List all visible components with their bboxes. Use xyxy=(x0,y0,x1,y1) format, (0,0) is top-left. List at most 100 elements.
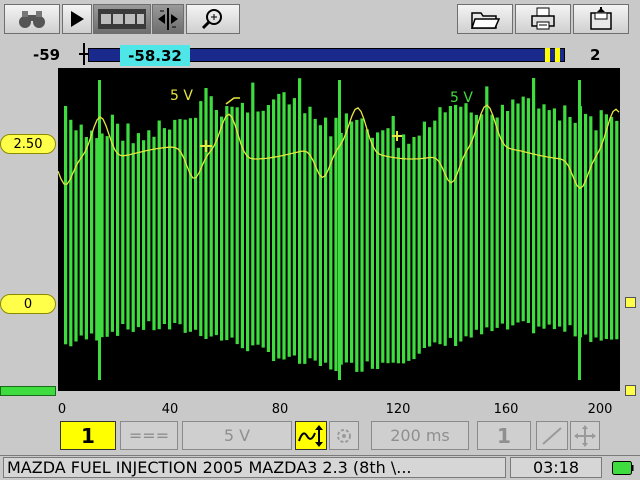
channel-1-pulse xyxy=(526,98,530,323)
film-strip-icon xyxy=(98,9,146,29)
channel-1-pulse xyxy=(402,134,406,364)
open-folder-icon xyxy=(470,12,500,29)
x-tick-80: 80 xyxy=(271,402,289,417)
channel-1-pulse xyxy=(490,114,494,332)
channel-1-pulse xyxy=(485,86,489,328)
channel-1-pulse xyxy=(589,116,593,342)
x-tick-0: 0 xyxy=(57,402,67,417)
channel-1-pulse xyxy=(438,107,442,345)
channel-1-pulse xyxy=(282,92,286,360)
coupling-button[interactable]: === xyxy=(120,421,178,450)
trigger-slope-button[interactable] xyxy=(536,421,568,450)
channel-1-pulse xyxy=(412,137,416,360)
save-disk-icon xyxy=(590,7,612,30)
trigger-channel-button[interactable]: 1 xyxy=(477,421,531,450)
filter-button[interactable] xyxy=(329,421,359,450)
channel-1-pulse xyxy=(131,143,135,332)
channel-1-pulse xyxy=(188,118,192,332)
channel-1-pulse xyxy=(308,106,312,359)
print-icon xyxy=(531,7,555,30)
binoculars-icon xyxy=(19,11,45,28)
channel-1-pulse xyxy=(69,119,73,347)
channel-1-pulse xyxy=(532,78,536,334)
x-tick-160: 160 xyxy=(493,402,519,417)
channel-1-pulse xyxy=(448,106,452,338)
channel-1-pulse xyxy=(370,137,374,369)
channel-1-ground-marker[interactable] xyxy=(0,386,56,396)
scope-display[interactable]: 5 V 5 V xyxy=(58,68,620,391)
channel-1-pulse xyxy=(194,117,198,330)
zoom-icon xyxy=(201,9,222,30)
channel-1-pulse xyxy=(157,120,161,330)
channel-1-pulse xyxy=(121,140,125,324)
channel-1-pulse xyxy=(116,123,120,336)
right-level-marker-a[interactable] xyxy=(625,297,636,308)
battery-icon xyxy=(612,460,634,475)
status-clock: 03:18 xyxy=(510,457,602,478)
timebar-end-handle[interactable] xyxy=(545,48,550,62)
channel-1-pulse xyxy=(469,112,473,338)
channel-1-pulse xyxy=(428,127,432,347)
trigger-slope-icon xyxy=(225,97,240,105)
channel-1-pulse xyxy=(220,116,224,341)
channel-1-pulse xyxy=(417,135,421,354)
level-marker-top[interactable]: 2.50 xyxy=(0,134,56,154)
channel-1-pulse xyxy=(355,119,359,372)
channel-1-pulse xyxy=(464,103,468,337)
channel-1-pulse xyxy=(230,106,234,338)
channel-1-pulse xyxy=(292,98,296,356)
timebar-left-value: -59 xyxy=(33,46,61,64)
channel-1-pulse xyxy=(225,106,229,341)
channel-1-pulse xyxy=(381,130,385,363)
channel-1-pulse xyxy=(298,78,302,364)
open-button[interactable] xyxy=(457,4,513,34)
split-cursor-button[interactable] xyxy=(152,4,184,34)
channel-1-pulse xyxy=(324,117,328,363)
save-button[interactable] xyxy=(573,4,629,34)
channel-1-pulse xyxy=(563,105,567,332)
channel-1-pulse xyxy=(173,119,177,324)
channel-1-pulse xyxy=(142,140,146,330)
channel-1-pulse xyxy=(422,121,426,348)
film-strip-button[interactable] xyxy=(93,4,151,34)
play-button[interactable] xyxy=(62,4,92,34)
channel-1-pulse xyxy=(604,114,608,339)
timebar-cursor-readout: -58.32 xyxy=(120,45,190,66)
channel-1-pulse xyxy=(350,121,354,363)
channel-1-pulse xyxy=(396,147,400,364)
vehicle-description[interactable]: MAZDA FUEL INJECTION 2005 MAZDA3 2.3 (8t… xyxy=(3,457,506,478)
volts-per-div-button[interactable]: 5 V xyxy=(182,421,292,450)
channel-1-pulse xyxy=(407,143,411,361)
channel-1-pulse xyxy=(334,117,338,371)
channel-1-pulse xyxy=(594,130,598,338)
channel-1-pulse xyxy=(386,128,390,364)
binoculars-button[interactable] xyxy=(4,4,60,34)
channel-1-pulse xyxy=(277,93,281,359)
channel-1-pulse xyxy=(511,99,515,326)
x-tick-40: 40 xyxy=(161,402,179,417)
channel-select-button[interactable]: 1 xyxy=(60,421,116,450)
channel-1-pulse xyxy=(105,136,109,337)
channel-1-pulse xyxy=(266,105,270,352)
right-level-marker-b[interactable] xyxy=(625,385,636,396)
print-button[interactable] xyxy=(515,4,571,34)
zoom-button[interactable] xyxy=(186,4,240,34)
channel-1-pulse xyxy=(287,104,291,357)
crosshair-icon xyxy=(574,424,596,447)
time-per-div-button[interactable]: 200 ms xyxy=(371,421,469,450)
channel-1-pulse xyxy=(168,129,172,330)
channel-1-pulse xyxy=(391,116,395,363)
channel-1-pulse xyxy=(474,114,478,330)
channel-1-pulse xyxy=(506,111,510,330)
timebar-right-value: 2 xyxy=(590,46,601,64)
trigger-position-button[interactable] xyxy=(570,421,600,450)
channel-1-pulse xyxy=(443,112,447,346)
channel-1-pulse xyxy=(521,96,525,322)
autoscale-button[interactable] xyxy=(295,421,327,450)
channel-1-pulse xyxy=(552,108,556,330)
channel-1-pulse xyxy=(90,130,94,334)
timebar-end-handle-right xyxy=(555,48,560,62)
channel-1-pulse xyxy=(256,111,260,345)
level-marker-zero[interactable]: 0 xyxy=(0,294,56,314)
channel-1-pulse xyxy=(584,113,588,335)
